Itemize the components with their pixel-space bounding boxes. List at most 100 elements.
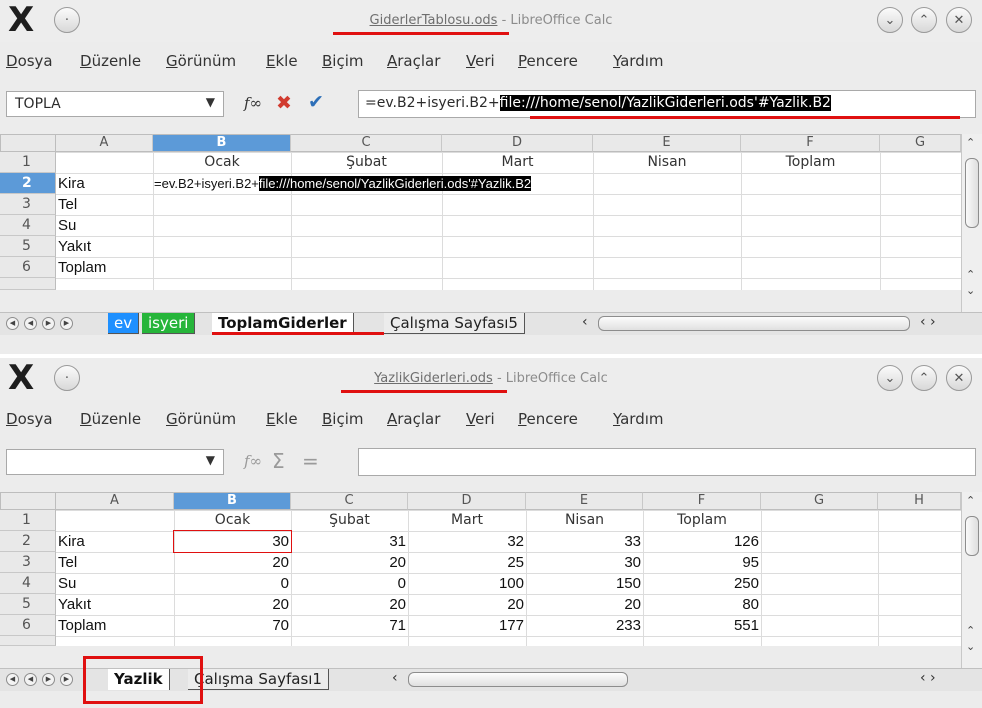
menu-bicim[interactable]: Biçim bbox=[322, 410, 364, 428]
function-wizard-icon[interactable]: f∞ bbox=[244, 452, 262, 470]
vertical-scroll-thumb[interactable] bbox=[965, 158, 979, 228]
cell-f5[interactable]: 80 bbox=[643, 594, 761, 615]
cell-c1[interactable]: Şubat bbox=[291, 152, 442, 173]
cell-f2[interactable]: 126 bbox=[643, 531, 761, 552]
chevron-down-icon[interactable]: ▼ bbox=[206, 453, 215, 467]
column-header-d[interactable]: D bbox=[442, 134, 593, 152]
column-header-c[interactable]: C bbox=[291, 134, 442, 152]
sheet-tab-isyeri[interactable]: isyeri bbox=[142, 313, 196, 334]
cell-f6[interactable]: 551 bbox=[643, 615, 761, 636]
last-sheet-icon[interactable]: ▶ bbox=[60, 673, 73, 686]
cell-e4[interactable]: 150 bbox=[526, 573, 643, 594]
column-header-f[interactable]: F bbox=[643, 492, 761, 510]
chevron-down-icon[interactable]: ⌄ bbox=[966, 284, 975, 297]
name-box[interactable]: ▼ bbox=[6, 449, 224, 475]
menu-gorunum[interactable]: Görünüm bbox=[166, 410, 236, 428]
cell-d5[interactable]: 20 bbox=[408, 594, 526, 615]
vertical-scrollbar[interactable]: ⌃ ⌃ ⌄ bbox=[961, 492, 982, 668]
vertical-scroll-thumb[interactable] bbox=[965, 516, 979, 556]
close-button[interactable]: ✕ bbox=[946, 7, 972, 33]
cell-e6[interactable]: 233 bbox=[526, 615, 643, 636]
column-header-a[interactable]: A bbox=[56, 134, 153, 152]
name-box[interactable]: TOPLA ▼ bbox=[6, 91, 224, 117]
row-header-6[interactable]: 6 bbox=[0, 615, 56, 636]
menu-ekle[interactable]: Ekle bbox=[266, 410, 298, 428]
chevron-up-icon[interactable]: ⌃ bbox=[966, 494, 975, 507]
column-header-h[interactable]: H bbox=[878, 492, 961, 510]
column-header-b[interactable]: B bbox=[174, 492, 291, 510]
cell-f1[interactable]: Toplam bbox=[741, 152, 880, 173]
cell-e3[interactable]: 30 bbox=[526, 552, 643, 573]
cell-a5[interactable]: Yakıt bbox=[56, 594, 174, 615]
row-header-7[interactable] bbox=[0, 636, 56, 646]
column-header-g[interactable]: G bbox=[761, 492, 878, 510]
row-header-2[interactable]: 2 bbox=[0, 531, 56, 552]
column-header-b[interactable]: B bbox=[153, 134, 291, 152]
row-header-4[interactable]: 4 bbox=[0, 573, 56, 594]
chevron-left-right-icon[interactable]: ‹ › bbox=[920, 314, 936, 330]
menu-bicim[interactable]: Biçim bbox=[322, 52, 364, 70]
cell-d3[interactable]: 25 bbox=[408, 552, 526, 573]
chevron-down-icon[interactable]: ⌄ bbox=[966, 640, 975, 653]
cell-c4[interactable]: 0 bbox=[291, 573, 408, 594]
cell-a2[interactable]: Kira bbox=[56, 531, 174, 552]
first-sheet-icon[interactable]: ◀ bbox=[6, 317, 19, 330]
cell-a4[interactable]: Su bbox=[56, 573, 174, 594]
close-button[interactable]: ✕ bbox=[946, 365, 972, 391]
next-sheet-icon[interactable]: ▶ bbox=[42, 673, 55, 686]
menu-veri[interactable]: Veri bbox=[466, 52, 495, 70]
column-header-c[interactable]: C bbox=[291, 492, 408, 510]
row-header-2[interactable]: 2 bbox=[0, 173, 56, 194]
maximize-button[interactable]: ⌃ bbox=[911, 7, 937, 33]
maximize-button[interactable]: ⌃ bbox=[911, 365, 937, 391]
cell-b1[interactable]: Ocak bbox=[153, 152, 291, 173]
row-header-6[interactable]: 6 bbox=[0, 257, 56, 278]
column-header-e[interactable]: E bbox=[526, 492, 643, 510]
formula-input[interactable] bbox=[358, 448, 976, 476]
prev-sheet-icon[interactable]: ◀ bbox=[24, 317, 37, 330]
cell-d1[interactable]: Mart bbox=[442, 152, 593, 173]
menu-araclar[interactable]: Araçlar bbox=[387, 52, 440, 70]
column-header-a[interactable]: A bbox=[56, 492, 174, 510]
chevron-left-right-icon[interactable]: ‹ › bbox=[920, 670, 936, 686]
row-header-1[interactable]: 1 bbox=[0, 510, 56, 531]
row-header-5[interactable]: 5 bbox=[0, 594, 56, 615]
cell-d6[interactable]: 177 bbox=[408, 615, 526, 636]
cell-d2[interactable]: 32 bbox=[408, 531, 526, 552]
menu-dosya[interactable]: Dosya bbox=[6, 52, 53, 70]
cell-a6[interactable]: Toplam bbox=[56, 257, 153, 278]
cell-a6[interactable]: Toplam bbox=[56, 615, 174, 636]
chevron-up-icon[interactable]: ⌃ bbox=[966, 624, 975, 637]
formula-input[interactable]: =ev.B2+isyeri.B2+file:///home/senol/Yazl… bbox=[358, 90, 976, 118]
cell-b4[interactable]: 0 bbox=[174, 573, 291, 594]
column-header-f[interactable]: F bbox=[741, 134, 880, 152]
select-all-corner[interactable] bbox=[0, 492, 56, 510]
horizontal-scroll-thumb[interactable] bbox=[408, 672, 628, 687]
cell-c5[interactable]: 20 bbox=[291, 594, 408, 615]
cell-a4[interactable]: Su bbox=[56, 215, 153, 236]
minimize-button[interactable]: ⌄ bbox=[877, 7, 903, 33]
row-header-1[interactable]: 1 bbox=[0, 152, 56, 173]
select-all-corner[interactable] bbox=[0, 134, 56, 152]
row-header-7[interactable] bbox=[0, 278, 56, 290]
cell-c1[interactable]: Şubat bbox=[291, 510, 408, 531]
accept-icon[interactable]: ✔ bbox=[308, 91, 324, 113]
chevron-left-icon[interactable]: ‹ bbox=[582, 314, 588, 330]
cell-a2[interactable]: Kira bbox=[56, 173, 153, 194]
menu-gorunum[interactable]: Görünüm bbox=[166, 52, 236, 70]
cell-f4[interactable]: 250 bbox=[643, 573, 761, 594]
menu-veri[interactable]: Veri bbox=[466, 410, 495, 428]
cell-c2[interactable]: 31 bbox=[291, 531, 408, 552]
minimize-button[interactable]: ⌄ bbox=[877, 365, 903, 391]
menu-ekle[interactable]: Ekle bbox=[266, 52, 298, 70]
cell-b2-editing[interactable]: =ev.B2+isyeri.B2+file:///home/senol/Yazl… bbox=[153, 173, 683, 194]
sheet-tab-calisma-sayfasi5[interactable]: Çalışma Sayfası5 bbox=[384, 313, 525, 334]
cell-a3[interactable]: Tel bbox=[56, 194, 153, 215]
menu-yardim[interactable]: Yardım bbox=[613, 410, 664, 428]
function-icon[interactable]: = bbox=[302, 449, 319, 473]
horizontal-scroll-thumb[interactable] bbox=[598, 316, 910, 331]
chevron-left-icon[interactable]: ‹ bbox=[392, 670, 398, 686]
chevron-down-icon[interactable]: ▼ bbox=[206, 95, 215, 109]
cell-a5[interactable]: Yakıt bbox=[56, 236, 153, 257]
chevron-up-icon[interactable]: ⌃ bbox=[966, 136, 975, 149]
